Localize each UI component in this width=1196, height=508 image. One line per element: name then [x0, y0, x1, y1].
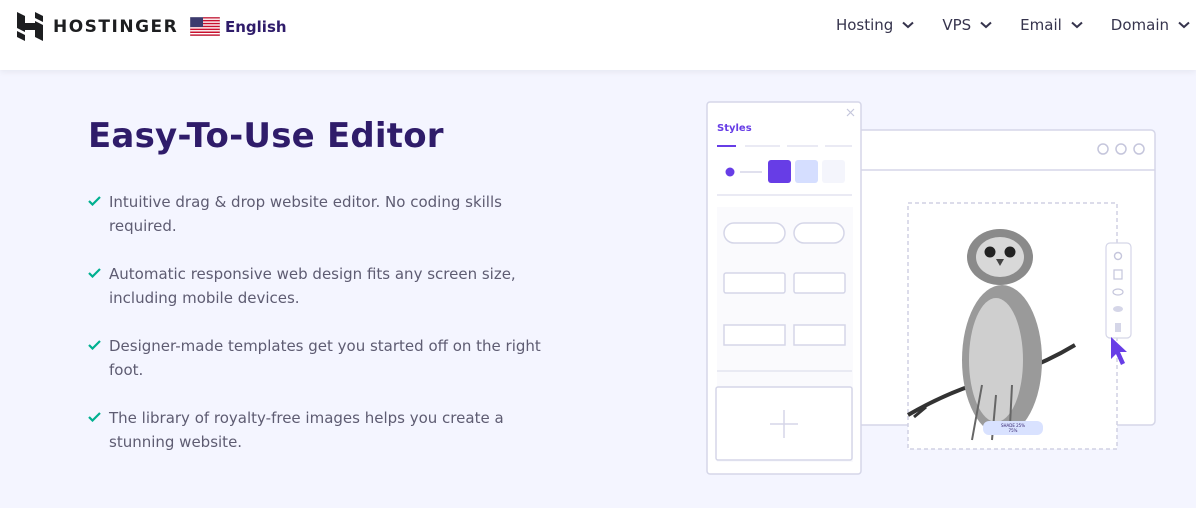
feature-item: Intuitive drag & drop website editor. No… [88, 190, 568, 238]
checkmark-icon [88, 412, 101, 422]
panel-title: Styles [717, 123, 752, 134]
main-nav: Hosting VPS Email Domain [836, 16, 1196, 34]
feature-item: The library of royalty-free images helps… [88, 406, 568, 454]
chevron-down-icon [1178, 21, 1190, 29]
nav-item-email[interactable]: Email [1020, 16, 1083, 34]
owl-image: SHADE 25% 75% [907, 202, 1118, 450]
site-header: HOSTINGER English Hosting VPS Email Doma… [0, 0, 1196, 70]
feature-item: Automatic responsive web design fits any… [88, 262, 568, 310]
brand-logo[interactable]: HOSTINGER [17, 12, 178, 41]
nav-label: Email [1020, 16, 1062, 34]
feature-text: Automatic responsive web design fits any… [109, 265, 516, 307]
image-caption-line2: 75% [1009, 428, 1018, 433]
chevron-down-icon [902, 21, 914, 29]
checkmark-icon [88, 268, 101, 278]
language-selector[interactable]: English [190, 17, 287, 36]
nav-label: Hosting [835, 16, 894, 34]
chevron-down-icon [980, 21, 992, 29]
checkmark-icon [88, 340, 101, 350]
nav-label: Domain [1110, 16, 1169, 34]
feature-item: Designer-made templates get you started … [88, 334, 568, 382]
feature-text: The library of royalty-free images helps… [109, 409, 504, 451]
styles-panel: Styles [706, 101, 862, 475]
editor-illustration: SHADE 25% 75% Styles [706, 101, 1156, 475]
language-label: English [225, 17, 287, 36]
nav-item-hosting[interactable]: Hosting [836, 16, 914, 34]
feature-text: Intuitive drag & drop website editor. No… [109, 193, 502, 235]
brand-name: HOSTINGER [53, 16, 179, 37]
trash-icon [1115, 323, 1121, 332]
chevron-down-icon [1071, 21, 1083, 29]
checkmark-icon [88, 196, 101, 206]
nav-item-domain[interactable]: Domain [1111, 16, 1190, 34]
nav-label: VPS [942, 16, 972, 34]
us-flag-icon [190, 17, 220, 36]
feature-list: Intuitive drag & drop website editor. No… [88, 190, 568, 478]
feature-text: Designer-made templates get you started … [109, 337, 541, 379]
hostinger-logo-icon [17, 12, 43, 41]
section-title: Easy-To-Use Editor [88, 116, 444, 156]
nav-item-vps[interactable]: VPS [942, 16, 992, 34]
visibility-icon [1113, 306, 1123, 312]
